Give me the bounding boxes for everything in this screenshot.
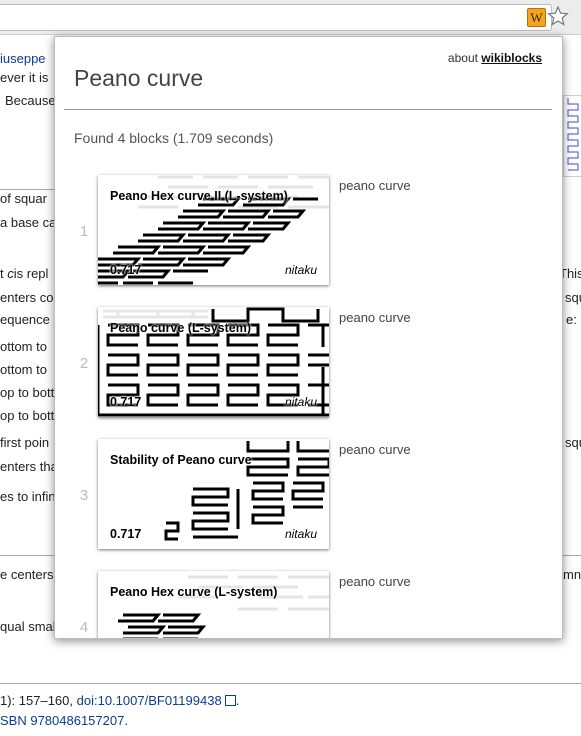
result-rank: 2	[79, 355, 89, 372]
result-item[interactable]: 2 Peano curve (L-system) 0.717 nitaku pe…	[55, 307, 562, 417]
article-text-line: e centers	[0, 567, 54, 582]
result-thumbnail-card[interactable]: Peano Hex curve II (L-system) 0.717 nita…	[98, 175, 329, 285]
result-rank: 4	[79, 619, 89, 636]
result-score: 0.717	[110, 527, 142, 541]
results-summary: Found 4 blocks (1.709 seconds)	[74, 130, 274, 146]
article-text-line: enters con	[0, 290, 61, 305]
result-description: peano curve	[339, 178, 411, 193]
article-text-line: Because	[5, 93, 56, 108]
page-title: Peano curve	[74, 65, 204, 91]
isbn-link[interactable]: SBN 9780486157207	[0, 713, 124, 728]
peano-hex-curve-thumbnail	[118, 575, 329, 638]
article-text-line: ever it is	[0, 70, 49, 85]
result-item[interactable]: 3 Stability of Peano curve 0.717 nitaku …	[55, 439, 562, 549]
article-text-line: squ	[565, 290, 581, 305]
title-divider	[64, 109, 552, 110]
article-text-line: e:	[566, 312, 577, 327]
result-thumbnail-card[interactable]: Peano Hex curve (L-system)	[98, 571, 329, 638]
bookmark-star-icon[interactable]	[547, 5, 569, 27]
result-title: Peano Hex curve II (L-system)	[110, 189, 288, 203]
article-text-line: iuseppe	[0, 51, 46, 66]
result-title: Peano Hex curve (L-system)	[110, 585, 278, 599]
article-text-line: t cis repl	[0, 266, 49, 281]
result-rank: 1	[79, 223, 89, 240]
article-text-line: squ	[565, 435, 581, 450]
divider	[0, 189, 54, 190]
article-text-line: qual smal	[0, 619, 56, 634]
wikiblocks-extension-icon[interactable]: W	[527, 8, 546, 27]
wikiblocks-popup: about wikiblocks Peano curve Found 4 blo…	[54, 36, 563, 639]
peano-thumbnail-image	[567, 98, 579, 171]
article-text-line: ottom to	[0, 339, 47, 354]
browser-toolbar: W	[0, 0, 581, 35]
address-bar[interactable]	[0, 4, 552, 31]
result-score: 0.717	[110, 263, 142, 277]
article-text-line: equence	[0, 312, 50, 327]
result-description: peano curve	[339, 574, 411, 589]
result-author: nitaku	[284, 395, 317, 409]
result-title: Peano curve (L-system)	[110, 321, 252, 335]
wikiblocks-link[interactable]: wikiblocks	[481, 51, 542, 65]
result-item[interactable]: 1 Peano Hex curve II (L-system) 0.717 ni…	[55, 175, 562, 285]
article-text-line: first poin	[0, 435, 50, 450]
result-description: peano curve	[339, 442, 411, 457]
article-text-line: ottom to	[0, 362, 47, 377]
about-text: about wikiblocks	[447, 51, 542, 65]
article-text-line: op to botto	[0, 385, 62, 400]
result-author: nitaku	[284, 263, 317, 277]
divider	[0, 683, 581, 684]
result-score: 0.717	[110, 395, 142, 409]
article-text-line: op to botto	[0, 408, 62, 423]
result-author: nitaku	[284, 527, 317, 541]
reference-line: 1): 157–160, doi:10.1007/BF01199438.	[0, 693, 240, 708]
result-thumbnail-card[interactable]: Stability of Peano curve 0.717 nitaku	[98, 439, 329, 549]
reference-line: SBN 9780486157207.	[0, 713, 128, 728]
doi-link[interactable]: doi:10.1007/BF01199438	[77, 693, 222, 708]
article-text-line: enters tha	[0, 459, 58, 474]
article-thumbnail[interactable]	[563, 95, 581, 177]
external-link-icon	[224, 695, 236, 707]
result-thumbnail-card[interactable]: Peano curve (L-system) 0.717 nitaku	[98, 307, 329, 417]
article-text-line: es to infin	[0, 489, 56, 504]
result-title: Stability of Peano curve	[110, 453, 252, 467]
result-item[interactable]: 4 Peano Hex curve (L-system) peano curve	[55, 571, 562, 638]
article-text-line: mn	[563, 567, 581, 582]
article-text-line: a base ca	[0, 215, 57, 230]
article-text-line: of squar	[0, 191, 47, 206]
result-description: peano curve	[339, 310, 411, 325]
result-rank: 3	[79, 487, 89, 504]
